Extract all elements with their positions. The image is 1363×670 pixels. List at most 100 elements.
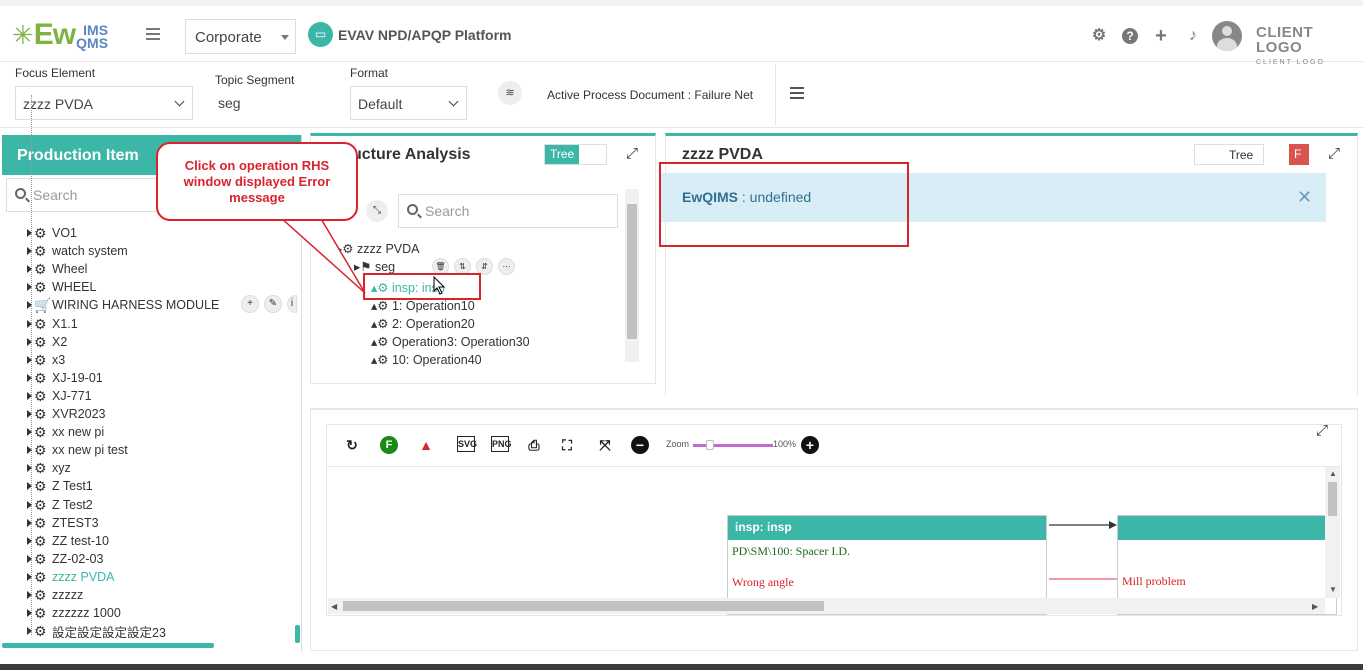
warning-icon[interactable]: ▲ [417, 436, 435, 454]
help-icon[interactable]: ? [1122, 28, 1138, 44]
caret-right-icon[interactable] [27, 554, 32, 563]
tree-item[interactable]: ⚙ xx new pi test [27, 441, 128, 459]
fullscreen-icon[interactable]: ⛶ [558, 436, 576, 454]
caret-right-icon[interactable] [27, 609, 32, 618]
tree-item[interactable]: ⚙ x3 [27, 351, 65, 369]
caret-right-icon[interactable] [27, 229, 32, 237]
scrollbar-thumb[interactable] [1328, 482, 1337, 516]
scroll-up-icon[interactable]: ▲ [1329, 469, 1337, 478]
tree-item[interactable]: ⚙ ZZ-02-03 [27, 550, 103, 568]
tree-item[interactable]: 🛒 WIRING HARNESS MODULE [27, 296, 219, 314]
tree-node-op2[interactable]: ▴⚙ 2: Operation20 [371, 316, 475, 331]
scroll-down-icon[interactable]: ▼ [1329, 585, 1337, 594]
caret-right-icon[interactable] [27, 627, 32, 636]
tree-node-op4[interactable]: ▴⚙ 10: Operation40 [371, 352, 482, 367]
tree-item[interactable]: ⚙ VO1 [27, 224, 77, 242]
scrollbar-thumb[interactable] [343, 601, 824, 611]
more-icon[interactable]: ⋯ [498, 258, 515, 275]
caret-right-icon[interactable] [27, 373, 32, 382]
tree-item[interactable]: ⚙ X2 [27, 333, 67, 351]
tree-node-op1[interactable]: ▴⚙ 1: Operation10 [371, 298, 475, 313]
scrollbar-thumb[interactable] [627, 204, 637, 339]
caret-right-icon[interactable] [27, 410, 32, 418]
caret-right-icon[interactable] [27, 391, 32, 400]
tree-item[interactable]: ⚙ ZTEST3 [27, 514, 99, 532]
refresh-icon[interactable]: ↻ [343, 436, 361, 454]
vertical-scrollbar[interactable] [295, 625, 300, 643]
tree-item[interactable]: ⚙ Z Test1 [27, 477, 93, 495]
zoom-in-icon[interactable]: + [801, 436, 819, 454]
add-icon[interactable]: + [241, 295, 259, 313]
failure-toggle[interactable]: F [1279, 144, 1309, 165]
structure-scrollbar[interactable] [625, 189, 639, 362]
caret-right-icon[interactable] [27, 500, 32, 509]
sliders-icon[interactable] [790, 87, 804, 101]
caret-right-icon[interactable] [27, 572, 32, 581]
caret-right-icon[interactable] [27, 301, 32, 310]
export-png-icon[interactable]: PNG [491, 436, 512, 452]
caret-right-icon[interactable] [27, 355, 32, 364]
caret-right-icon[interactable] [27, 591, 32, 599]
tree-item[interactable]: ⚙ Z Test2 [27, 496, 93, 514]
print-icon[interactable]: ⎙ [525, 436, 543, 454]
tree-item[interactable]: ⚙ XJ-19-01 [27, 369, 103, 387]
format-select[interactable]: Default [350, 86, 467, 120]
caret-right-icon[interactable] [27, 283, 32, 292]
caret-right-icon[interactable] [27, 536, 32, 545]
zoom-slider-handle[interactable] [706, 440, 714, 450]
info-icon[interactable]: i [287, 295, 297, 313]
tree-item[interactable]: ⚙ 設定設定設定設定23 [27, 622, 166, 640]
expand-icon[interactable]: ⤢ [626, 146, 640, 161]
layers-icon[interactable]: ≋ [498, 81, 522, 105]
caret-right-icon[interactable] [27, 428, 32, 437]
fit-icon[interactable]: ⤧ [596, 436, 614, 454]
tree-item[interactable]: ⚙ zzzzz [27, 586, 83, 604]
focus-element-select[interactable]: zzzz PVDA [15, 86, 193, 120]
tree-item[interactable]: ⚙ watch system [27, 242, 128, 260]
diagram-vertical-scrollbar[interactable]: ▲ ▼ [1325, 467, 1340, 598]
expand-icon[interactable]: ⤢ [1328, 146, 1342, 161]
scroll-left-icon[interactable]: ◀ [331, 602, 337, 611]
app-logo[interactable]: ✳ Ew IMS QMS [12, 20, 108, 51]
caret-right-icon[interactable] [27, 265, 32, 274]
tree-item[interactable]: ⚙ zzzz PVDA [27, 568, 115, 586]
f-circle-icon[interactable]: F [380, 436, 398, 454]
hamburger-menu-icon[interactable] [146, 28, 160, 40]
edit-pencil-icon[interactable]: ✎ [264, 295, 282, 313]
user-avatar[interactable] [1212, 21, 1242, 51]
tree-toggle[interactable]: Tree [544, 144, 607, 165]
zoom-slider[interactable] [693, 444, 773, 447]
tree-item[interactable]: ⚙ zzzzzz 1000 [27, 604, 121, 622]
tree-item[interactable]: ⚙ xx new pi [27, 423, 104, 441]
structure-search-input[interactable]: Search [398, 194, 618, 228]
close-icon[interactable]: ✕ [1297, 188, 1312, 206]
detail-tree-toggle[interactable]: Tree [1194, 144, 1264, 165]
export-svg-icon[interactable]: SVG [457, 436, 477, 452]
tree-item[interactable]: ⚙ WHEEL [27, 278, 96, 296]
caret-right-icon[interactable] [27, 482, 32, 491]
tree-item[interactable]: ⚙ XVR2023 [27, 405, 106, 423]
bell-icon[interactable]: ♪ [1184, 27, 1202, 45]
horizontal-scrollbar[interactable] [2, 643, 214, 648]
tree-item[interactable]: ⚙ Wheel [27, 260, 87, 278]
settings-gear-icon[interactable]: ⚙ [1090, 27, 1108, 45]
diagram-canvas[interactable]: insp: insp PD\SM\100: Spacer I.D. Wrong … [326, 466, 1342, 616]
topic-segment-field[interactable]: seg [211, 86, 331, 120]
caret-right-icon[interactable] [27, 247, 32, 256]
caret-right-icon[interactable] [27, 319, 32, 328]
zoom-out-icon[interactable]: − [631, 436, 649, 454]
scroll-right-icon[interactable]: ▶ [1312, 602, 1318, 611]
tree-node-op3[interactable]: ▴⚙ Operation3: Operation30 [371, 334, 530, 349]
tree-item[interactable]: ⚙ X1.1 [27, 315, 78, 333]
add-icon[interactable]: + [1152, 26, 1170, 46]
production-item-search-input[interactable]: Search [6, 178, 166, 212]
corporate-select[interactable]: Corporate [185, 19, 296, 54]
tree-item[interactable]: ⚙ xyz [27, 459, 71, 477]
tree-item[interactable]: ⚙ ZZ test-10 [27, 532, 109, 550]
caret-right-icon[interactable] [27, 518, 32, 527]
diagram-horizontal-scrollbar[interactable]: ◀ ▶ [328, 598, 1325, 614]
caret-right-icon[interactable] [27, 446, 32, 455]
caret-right-icon[interactable] [27, 464, 32, 473]
caret-right-icon[interactable] [27, 337, 32, 346]
tree-item[interactable]: ⚙ XJ-771 [27, 387, 92, 405]
